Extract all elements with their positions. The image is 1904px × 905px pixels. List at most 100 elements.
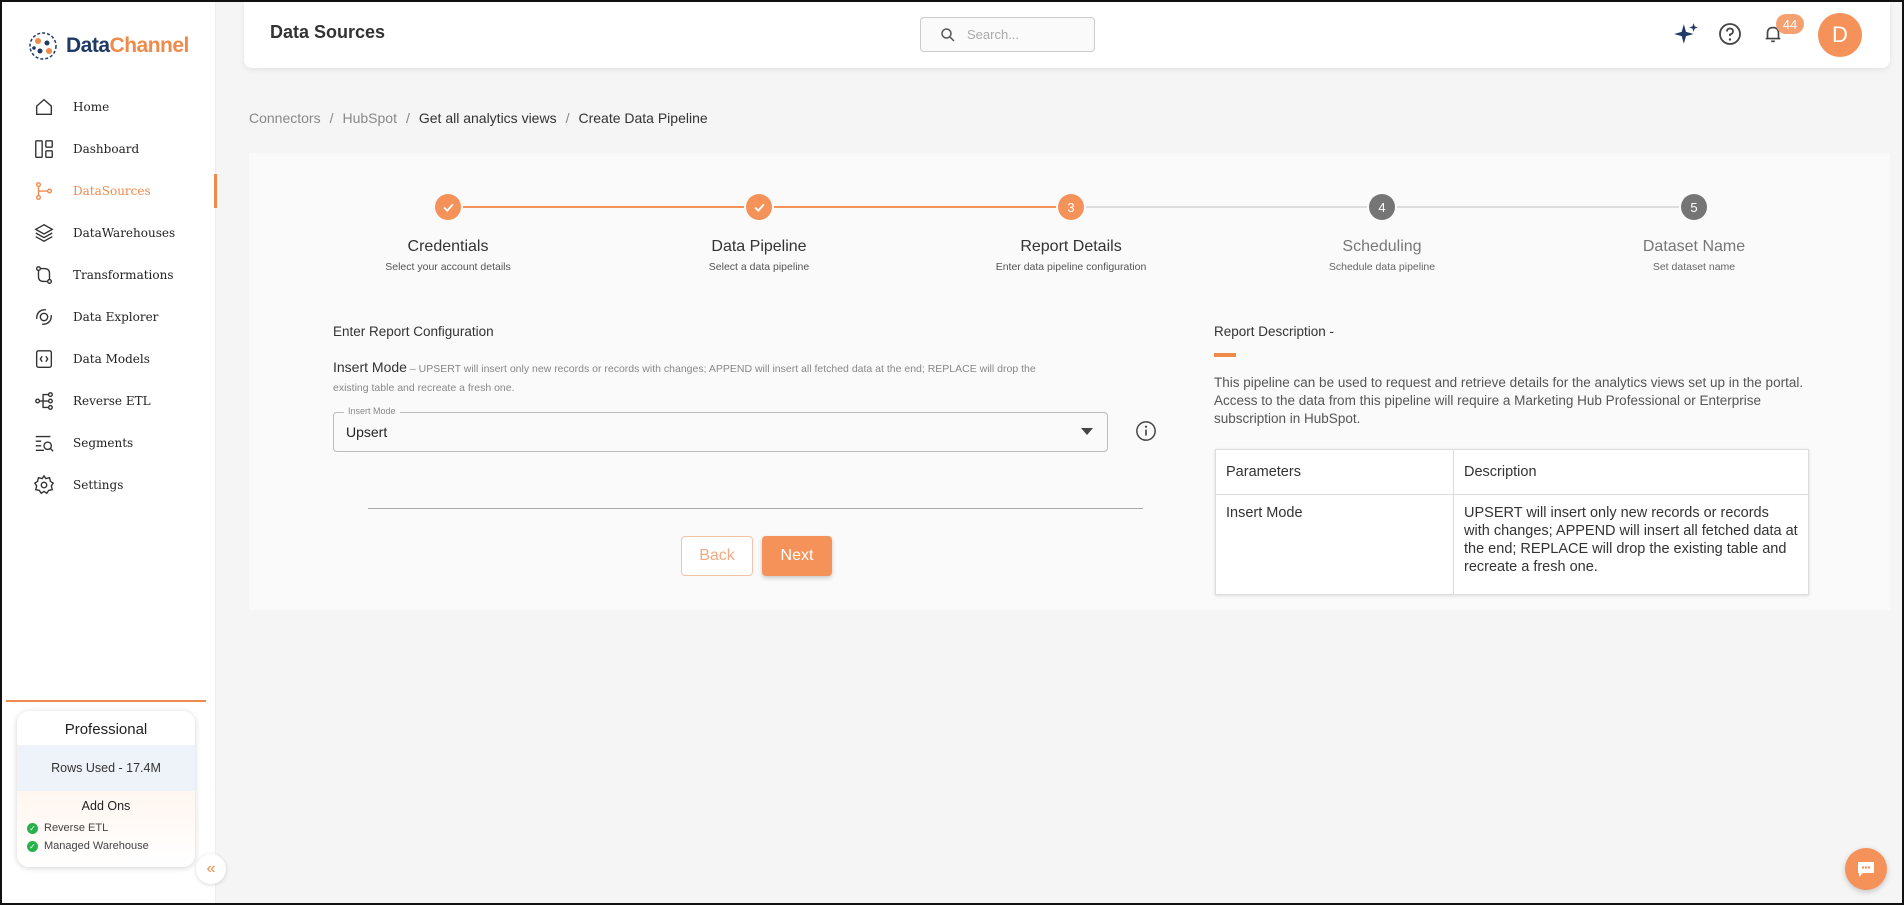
- step-indicator-2: [746, 194, 772, 220]
- column-header-parameters: Parameters: [1215, 449, 1454, 495]
- step-subtitle: Select your account details: [385, 261, 511, 273]
- transformations-icon: [32, 263, 56, 287]
- addon-item: ✓ Reverse ETL: [17, 819, 195, 837]
- step-title: Dataset Name: [1642, 238, 1746, 255]
- info-icon[interactable]: [1135, 420, 1157, 442]
- plan-divider: [6, 700, 206, 702]
- stepper-connector: [1397, 206, 1679, 208]
- sidebar-item-data-models[interactable]: Data Models: [2, 338, 215, 380]
- next-button[interactable]: Next: [762, 536, 832, 576]
- breadcrumb-analytics-views[interactable]: Get all analytics views: [419, 110, 557, 126]
- step-subtitle: Enter data pipeline configuration: [995, 261, 1147, 273]
- addons-section: Add Ons ✓ Reverse ETL ✓ Managed Warehous…: [17, 791, 195, 867]
- sidebar-item-datawarehouses[interactable]: DataWarehouses: [2, 212, 215, 254]
- sidebar-item-label: DataSources: [73, 184, 151, 198]
- table-header-row: Parameters Description: [1215, 449, 1809, 495]
- sidebar-item-segments[interactable]: Segments: [2, 422, 215, 464]
- step-title: Data Pipeline: [711, 238, 807, 255]
- sidebar-item-dashboard[interactable]: Dashboard: [2, 128, 215, 170]
- sidebar-item-label: Data Explorer: [73, 310, 159, 324]
- step-subtitle: Set dataset name: [1652, 261, 1736, 273]
- form-divider: [368, 508, 1143, 509]
- report-description-text: This pipeline can be used to request and…: [1214, 375, 1804, 426]
- pipeline-card: Credentials Select your account details Da…: [249, 153, 1890, 610]
- sidebar-item-transformations[interactable]: Transformations: [2, 254, 215, 296]
- search-icon: [941, 27, 955, 42]
- column-header-description: Description: [1453, 449, 1809, 495]
- breadcrumb-separator: /: [565, 110, 570, 126]
- step-indicator-4: 4: [1369, 194, 1395, 220]
- check-circle-icon: ✓: [27, 840, 38, 852]
- sidebar-item-label: DataWarehouses: [73, 226, 176, 240]
- ai-sparkle-button[interactable]: [1672, 20, 1700, 48]
- sidebar-item-label: Settings: [73, 478, 124, 492]
- select-value: Upsert: [346, 424, 388, 440]
- title-underline: [1214, 353, 1236, 357]
- logo[interactable]: DataChannel: [2, 2, 215, 66]
- stepper-connector: [774, 206, 1056, 208]
- breadcrumb-connectors[interactable]: Connectors: [249, 110, 321, 126]
- segments-icon: [32, 431, 56, 455]
- logo-text-data: Data: [66, 34, 110, 57]
- sidebar-item-label: Home: [73, 100, 110, 114]
- insert-mode-select[interactable]: Insert Mode Upsert: [333, 406, 1108, 452]
- step-indicator-1: [435, 194, 461, 220]
- plan-card: Professional Rows Used - 17.4M Add Ons ✓…: [17, 711, 195, 867]
- step-indicator-3: 3: [1058, 194, 1084, 220]
- search-box[interactable]: [920, 17, 1095, 52]
- search-input[interactable]: [967, 27, 1087, 42]
- sidebar-item-reverse-etl[interactable]: Reverse ETL: [2, 380, 215, 422]
- help-circle-icon: [1719, 23, 1741, 45]
- addon-label: Managed Warehouse: [44, 840, 149, 852]
- sidebar-item-data-explorer[interactable]: Data Explorer: [2, 296, 215, 338]
- collapse-sidebar-button[interactable]: «: [196, 854, 226, 884]
- insert-mode-description: – UPSERT will insert only new records or…: [333, 363, 1036, 394]
- breadcrumb-hubspot[interactable]: HubSpot: [342, 110, 396, 126]
- table-row: Insert Mode UPSERT will insert only new …: [1215, 494, 1809, 595]
- sparkle-icon: [1674, 23, 1698, 44]
- step-subtitle: Select a data pipeline: [708, 261, 810, 273]
- help-button[interactable]: [1716, 20, 1744, 48]
- chat-button[interactable]: [1845, 848, 1887, 890]
- sidebar-item-datasources[interactable]: DataSources: [2, 170, 217, 212]
- page-title: Data Sources: [270, 22, 386, 42]
- sidebar: DataChannel Home Dashboard DataSources D…: [2, 2, 217, 903]
- sidebar-item-settings[interactable]: Settings: [2, 464, 215, 506]
- avatar[interactable]: D: [1818, 13, 1862, 57]
- addons-title: Add Ons: [81, 799, 131, 813]
- data-models-icon: [32, 347, 56, 371]
- plan-name: Professional: [64, 721, 148, 738]
- stepper-connector: [1086, 206, 1367, 208]
- logo-text-channel: Channel: [109, 34, 190, 57]
- addon-item: ✓ Managed Warehouse: [17, 837, 195, 855]
- sidebar-item-label: Segments: [73, 436, 134, 450]
- breadcrumb-current: Create Data Pipeline: [578, 110, 708, 126]
- sidebar-item-label: Reverse ETL: [73, 394, 151, 408]
- section-title: Enter Report Configuration: [333, 324, 494, 339]
- stepper: Credentials Select your account details Da…: [249, 191, 1890, 281]
- double-chevron-left-icon: «: [206, 860, 216, 877]
- chat-bubble-icon: [1858, 862, 1874, 877]
- breadcrumb-separator: /: [405, 110, 410, 126]
- back-button[interactable]: Back: [681, 536, 753, 576]
- checkmark-icon: [442, 203, 454, 212]
- gear-icon: [32, 473, 56, 497]
- table-cell-parameter: Insert Mode: [1215, 494, 1454, 595]
- sidebar-nav: Home Dashboard DataSources DataWarehouse…: [2, 86, 217, 506]
- datachannel-logo-icon: [29, 32, 57, 60]
- step-title: Credentials: [407, 238, 489, 255]
- notification-badge: 44: [1776, 14, 1804, 34]
- stepper-connector: [463, 206, 744, 208]
- reverse-etl-icon: [32, 389, 56, 413]
- insert-mode-help: Insert Mode – UPSERT will insert only ne…: [333, 358, 1043, 397]
- step-title: Scheduling: [1342, 238, 1422, 255]
- sidebar-item-home[interactable]: Home: [2, 86, 215, 128]
- breadcrumb-separator: /: [329, 110, 334, 126]
- step-subtitle: Schedule data pipeline: [1328, 261, 1436, 273]
- dashboard-icon: [32, 137, 56, 161]
- sidebar-item-label: Dashboard: [73, 142, 140, 156]
- table-cell-description: UPSERT will insert only new records or r…: [1453, 494, 1809, 595]
- datasources-icon: [32, 179, 56, 203]
- step-title: Report Details: [1020, 238, 1122, 255]
- step-indicator-5: 5: [1681, 194, 1707, 220]
